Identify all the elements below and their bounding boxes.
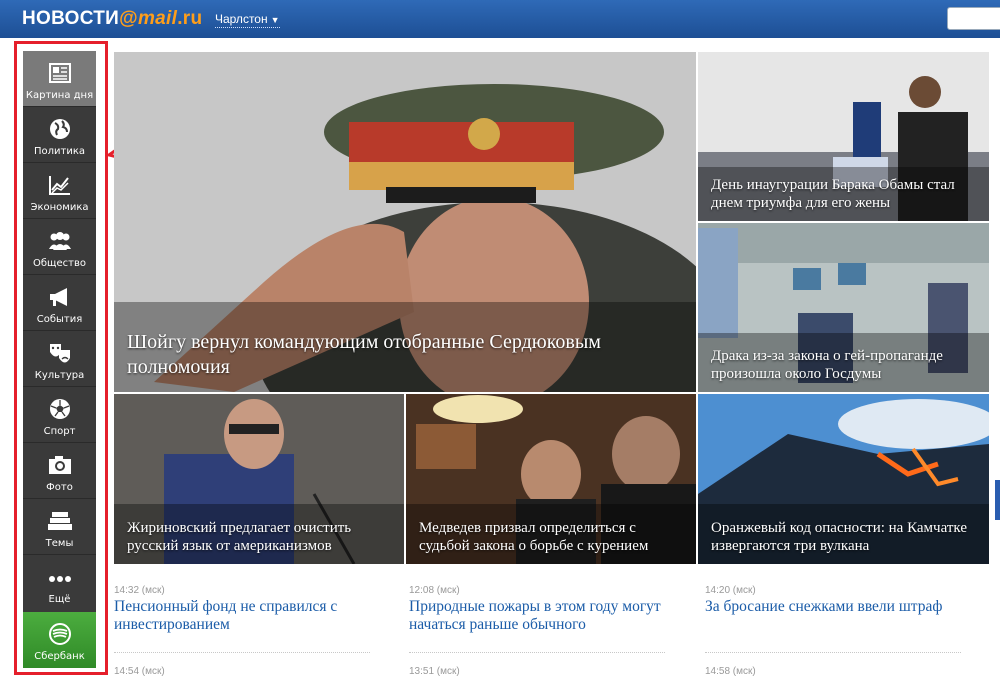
news-time: 14:32 (мск) bbox=[114, 585, 165, 596]
page-edge-strip bbox=[995, 480, 1000, 520]
news-time: 14:54 (мск) bbox=[114, 666, 165, 677]
site-logo[interactable]: НОВОСТИ@mail.ru bbox=[22, 8, 202, 30]
annotation-highlight-frame bbox=[14, 41, 108, 675]
tile-medvedev-story[interactable]: Медведев призвал определиться с судьбой … bbox=[406, 394, 696, 564]
medvedev-story-caption: Медведев призвал определиться с судьбой … bbox=[419, 520, 649, 554]
news-title[interactable]: За бросание снежками ввели штраф bbox=[705, 598, 975, 616]
news-item[interactable]: 14:54 (мск) bbox=[114, 666, 384, 677]
news-item[interactable]: 12:08 (мск) Природные пожары в этом году… bbox=[409, 585, 679, 634]
top-bar: НОВОСТИ@mail.ru Чарлстон ▼ bbox=[0, 0, 1000, 38]
search-input[interactable] bbox=[947, 7, 1000, 30]
news-divider bbox=[705, 652, 961, 653]
chevron-down-icon: ▼ bbox=[270, 15, 280, 25]
logo-at-sign: @ bbox=[119, 8, 138, 29]
tile-obama-story[interactable]: День инаугурации Барака Обамы стал днем … bbox=[698, 52, 989, 221]
news-divider bbox=[114, 652, 370, 653]
zhirinovsky-story-caption: Жириновский предлагает очистить русский … bbox=[127, 520, 352, 554]
news-time: 13:51 (мск) bbox=[409, 666, 460, 677]
news-item[interactable]: 14:20 (мск) За бросание снежками ввели ш… bbox=[705, 585, 975, 616]
tile-zhirinovsky-story[interactable]: Жириновский предлагает очистить русский … bbox=[114, 394, 404, 564]
news-item[interactable]: 13:51 (мск) bbox=[409, 666, 679, 677]
news-title[interactable]: Природные пожары в этом году могут начат… bbox=[409, 598, 679, 634]
news-item[interactable]: 14:58 (мск) bbox=[705, 666, 975, 677]
tile-fight-story[interactable]: Драка из-за закона о гей-пропаганде прои… bbox=[698, 223, 989, 392]
city-selector[interactable]: Чарлстон ▼ bbox=[215, 12, 280, 28]
news-divider bbox=[409, 652, 665, 653]
news-item[interactable]: 14:32 (мск) Пенсионный фонд не справился… bbox=[114, 585, 384, 634]
fight-story-caption: Драка из-за закона о гей-пропаганде прои… bbox=[711, 348, 943, 382]
volcano-story-caption: Оранжевый код опасности: на Камчатке изв… bbox=[711, 520, 967, 554]
logo-news-text: НОВОСТИ bbox=[22, 8, 120, 29]
news-time: 14:20 (мск) bbox=[705, 585, 756, 596]
news-time: 12:08 (мск) bbox=[409, 585, 460, 596]
logo-tld-text: .ru bbox=[177, 8, 203, 29]
main-story-caption: Шойгу вернул командующим отобранные Серд… bbox=[127, 331, 601, 378]
logo-mail-text: mail bbox=[137, 8, 178, 29]
tile-volcano-story[interactable]: Оранжевый код опасности: на Камчатке изв… bbox=[698, 394, 989, 564]
news-title[interactable]: Пенсионный фонд не справился с инвестиро… bbox=[114, 598, 384, 634]
city-name: Чарлстон bbox=[215, 12, 268, 26]
news-time: 14:58 (мск) bbox=[705, 666, 756, 677]
obama-story-caption: День инаугурации Барака Обамы стал днем … bbox=[711, 177, 955, 211]
tile-main-story[interactable]: Шойгу вернул командующим отобранные Серд… bbox=[114, 52, 696, 392]
